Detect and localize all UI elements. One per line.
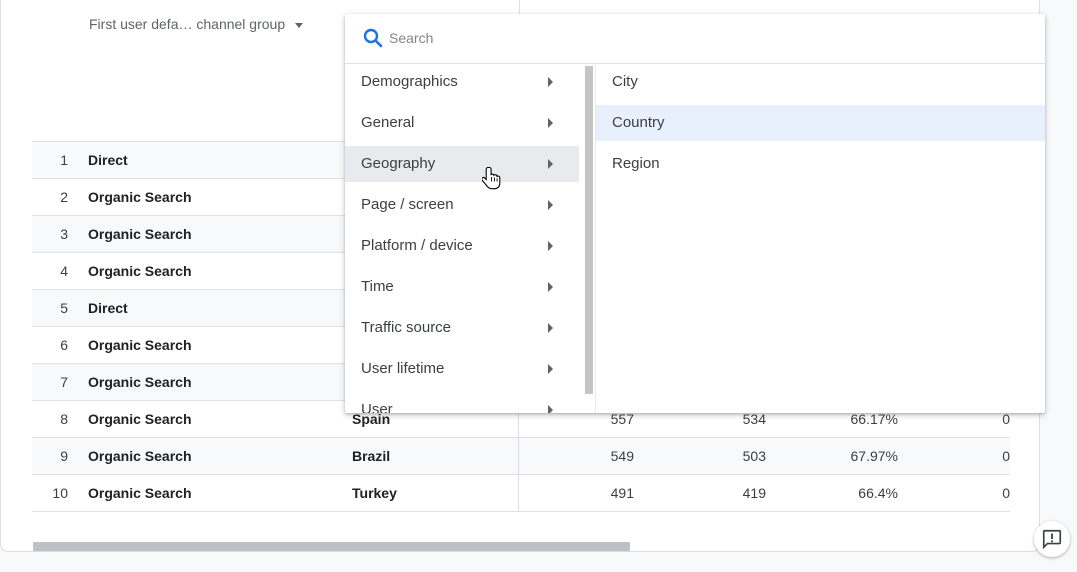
category-item-platform-device[interactable]: Platform / device <box>345 228 579 264</box>
row-index: 4 <box>60 263 68 279</box>
category-item-traffic-source[interactable]: Traffic source <box>345 310 579 346</box>
table-row[interactable]: 9 Organic Search Brazil 549 503 67.97% 0 <box>32 437 1010 475</box>
metric-cell: 0 <box>1002 485 1010 501</box>
channel-cell: Organic Search <box>88 485 192 501</box>
chevron-right-icon <box>548 77 553 87</box>
subitem-country[interactable]: Country <box>596 105 1045 141</box>
search-bar <box>345 14 1045 64</box>
metric-cell: 491 <box>610 485 634 501</box>
horizontal-scrollbar[interactable] <box>33 542 630 551</box>
subitem-region[interactable]: Region <box>596 146 1045 182</box>
metric-cell: 67.97% <box>850 448 898 464</box>
subitem-label: Region <box>612 155 660 172</box>
category-label: Page / screen <box>361 196 454 213</box>
chevron-right-icon <box>548 200 553 210</box>
category-label: Traffic source <box>361 319 452 336</box>
channel-cell: Organic Search <box>88 263 192 279</box>
feedback-button[interactable] <box>1034 521 1070 557</box>
chevron-right-icon <box>548 405 553 413</box>
search-input[interactable] <box>389 26 989 50</box>
table-row[interactable]: 10 Organic Search Turkey 491 419 66.4% 0 <box>32 474 1010 512</box>
channel-cell: Organic Search <box>88 448 192 464</box>
category-item-geography[interactable]: Geography <box>345 146 579 182</box>
chevron-right-icon <box>548 118 553 128</box>
row-index: 7 <box>60 374 68 390</box>
row-index: 5 <box>60 300 68 316</box>
metric-cell: 549 <box>610 448 634 464</box>
row-index: 2 <box>60 189 68 205</box>
chevron-right-icon <box>548 282 553 292</box>
column-divider <box>518 475 519 512</box>
dimension-header-dropdown[interactable]: First user defa… channel group <box>89 16 304 32</box>
channel-cell: Organic Search <box>88 226 192 242</box>
country-cell: Turkey <box>352 485 397 501</box>
row-index: 10 <box>52 485 68 501</box>
category-item-user[interactable]: User <box>345 392 579 413</box>
row-index: 6 <box>60 337 68 353</box>
hand-pointer-icon <box>482 166 501 190</box>
subitem-label: City <box>612 73 638 90</box>
vertical-scrollbar[interactable] <box>585 66 593 394</box>
subitem-label: Country <box>612 114 665 131</box>
category-item-page-screen[interactable]: Page / screen <box>345 187 579 223</box>
dimension-picker-dropdown: Demographics General Geography Page / sc… <box>345 14 1045 413</box>
chevron-right-icon <box>548 364 553 374</box>
category-list: Demographics General Geography Page / sc… <box>345 64 579 413</box>
category-label: Demographics <box>361 73 458 90</box>
dimension-header-label: First user defa… channel group <box>89 16 286 32</box>
category-label: User <box>361 401 393 413</box>
category-item-demographics[interactable]: Demographics <box>345 64 579 100</box>
category-label: User lifetime <box>361 360 445 377</box>
subcategory-panel: City Country Region <box>595 64 1045 413</box>
chevron-right-icon <box>548 159 553 169</box>
category-item-user-lifetime[interactable]: User lifetime <box>345 351 579 387</box>
search-icon <box>363 28 383 48</box>
feedback-icon <box>1042 529 1062 550</box>
caret-down-icon <box>295 22 304 28</box>
channel-cell: Direct <box>88 152 128 168</box>
column-divider <box>518 438 519 475</box>
channel-cell: Organic Search <box>88 337 192 353</box>
metric-cell: 66.4% <box>858 485 898 501</box>
metric-cell: 503 <box>742 448 766 464</box>
row-index: 3 <box>60 226 68 242</box>
channel-cell: Organic Search <box>88 189 192 205</box>
category-label: Time <box>361 278 394 295</box>
channel-cell: Organic Search <box>88 411 192 427</box>
category-label: Platform / device <box>361 237 473 254</box>
metric-cell: 0 <box>1002 448 1010 464</box>
category-item-general[interactable]: General <box>345 105 579 141</box>
country-cell: Brazil <box>352 448 391 464</box>
chevron-right-icon <box>548 241 553 251</box>
chevron-right-icon <box>548 323 553 333</box>
channel-cell: Organic Search <box>88 374 192 390</box>
metric-cell: 419 <box>742 485 766 501</box>
channel-cell: Direct <box>88 300 128 316</box>
category-label: Geography <box>361 155 436 172</box>
subitem-city[interactable]: City <box>596 64 1045 100</box>
row-index: 8 <box>60 411 68 427</box>
row-index: 9 <box>60 448 68 464</box>
category-label: General <box>361 114 415 131</box>
row-index: 1 <box>60 152 68 168</box>
category-item-time[interactable]: Time <box>345 269 579 305</box>
